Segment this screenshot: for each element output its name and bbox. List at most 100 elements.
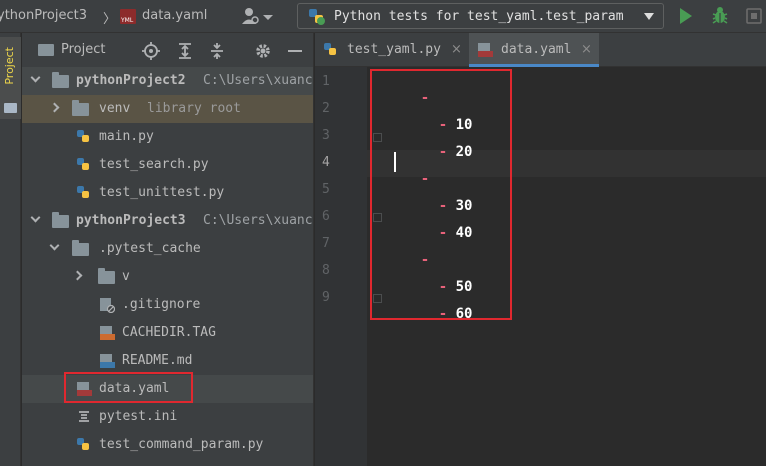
tree-item-pytest-cache[interactable]: .pytest_cache [22, 235, 313, 263]
yaml-sequence-dash: - [438, 306, 456, 322]
ignored-file-icon [100, 298, 115, 313]
editor-tab-bar: test_yaml.py × data.yaml × [315, 33, 766, 67]
line-number: 2 [322, 101, 330, 116]
tool-window-strip: Project [0, 33, 21, 466]
expand-all-icon[interactable] [176, 42, 194, 60]
tree-item-label: venv [99, 101, 131, 116]
tree-item-label: data.yaml [99, 381, 170, 396]
line-number: 7 [322, 236, 330, 251]
breadcrumb-project[interactable]: ythonProject3 [0, 8, 87, 23]
tree-item-path: C:\Users\xuanc [203, 73, 313, 88]
line-number: 1 [322, 74, 330, 89]
chevron-down-icon [263, 15, 273, 20]
line-number-gutter: 1 2 3 4 5 6 7 8 9 [315, 67, 367, 466]
debug-bug-icon[interactable] [710, 6, 730, 26]
folder-icon [4, 103, 17, 113]
python-run-config-icon [309, 9, 325, 25]
collapse-all-icon[interactable] [208, 42, 226, 60]
breadcrumb-file[interactable]: data.yaml [142, 8, 207, 23]
tree-item-label: main.py [99, 129, 154, 144]
line-number: 5 [322, 182, 330, 197]
tree-item-pytest-ini[interactable]: pytest.ini [22, 403, 313, 431]
chevron-down-icon[interactable] [30, 212, 41, 223]
yaml-sequence-dash: - [438, 225, 456, 241]
chevron-down-icon[interactable] [49, 240, 60, 251]
run-configuration-label: Python tests for test_yaml.test_param [334, 9, 624, 24]
tree-item-pythonproject2[interactable]: pythonProject2 C:\Users\xuanc [22, 67, 313, 95]
python-file-icon [77, 438, 89, 450]
tree-item-readme-md[interactable]: README.md [22, 347, 313, 375]
tree-item-main-py[interactable]: main.py [22, 123, 313, 151]
stop-icon[interactable] [744, 6, 764, 26]
project-panel-header: Project [22, 33, 313, 67]
line-number: 6 [322, 209, 330, 224]
project-tool-window-label: Project [3, 47, 16, 85]
tree-item-gitignore[interactable]: .gitignore [22, 291, 313, 319]
tree-item-cachedir-tag[interactable]: CACHEDIR.TAG [22, 319, 313, 347]
yaml-file-icon [77, 382, 92, 396]
folder-icon [72, 100, 89, 116]
editor: test_yaml.py × data.yaml × 1 2 3 4 5 6 7… [315, 33, 766, 466]
library-root-tag: library root [147, 101, 241, 116]
tree-item-label: CACHEDIR.TAG [122, 325, 216, 340]
markdown-file-icon [100, 354, 115, 368]
code-line-9[interactable]: - 60 [405, 290, 473, 338]
breadcrumb-separator: 〉 [103, 12, 117, 27]
tree-item-pythonproject3[interactable]: pythonProject3 C:\Users\xuanc [22, 207, 313, 235]
python-file-icon [77, 186, 89, 198]
chevron-right-icon[interactable] [72, 270, 83, 281]
tree-item-v[interactable]: v [22, 263, 313, 291]
run-configuration-selector[interactable]: Python tests for test_yaml.test_param [297, 3, 664, 29]
tree-item-test-search-py[interactable]: test_search.py [22, 151, 313, 179]
text-caret [394, 152, 396, 172]
project-tool-window-button[interactable]: Project [0, 37, 21, 119]
line-number: 9 [322, 290, 330, 305]
tree-item-test-command-param-py[interactable]: test_command_param.py [22, 431, 313, 459]
tree-item-label: test_command_param.py [99, 437, 264, 452]
python-file-icon [77, 130, 89, 142]
yaml-file-icon: YML [120, 9, 136, 24]
tree-item-label: .gitignore [122, 297, 201, 312]
yaml-value: 40 [455, 225, 473, 241]
user-icon [242, 8, 273, 24]
tab-data-yaml[interactable]: data.yaml × [469, 33, 599, 67]
close-icon[interactable]: × [451, 42, 462, 57]
folder-icon [52, 72, 69, 88]
fold-marker-icon[interactable] [373, 133, 382, 142]
line-number: 8 [322, 263, 330, 278]
python-file-icon [324, 43, 336, 55]
navigation-bar: ythonProject3 〉 YML data.yaml Python tes… [0, 0, 766, 33]
tab-label: data.yaml [501, 42, 572, 57]
folder-icon [52, 212, 69, 228]
hide-panel-icon[interactable] [286, 42, 304, 60]
tab-test-yaml-py[interactable]: test_yaml.py × [315, 33, 467, 67]
vcs-user-button[interactable] [240, 6, 276, 28]
fold-marker-icon[interactable] [373, 294, 382, 303]
tab-label: test_yaml.py [347, 42, 441, 57]
chevron-right-icon[interactable] [49, 102, 60, 113]
chevron-down-icon[interactable] [30, 72, 41, 83]
folder-icon [72, 240, 89, 256]
jsp-file-icon [100, 326, 115, 340]
folder-icon [98, 268, 115, 284]
project-panel-title: Project [61, 42, 106, 57]
yaml-value: 60 [455, 306, 473, 322]
folder-icon [38, 44, 54, 56]
tree-item-data-yaml[interactable]: data.yaml [22, 375, 313, 403]
yaml-value: 20 [455, 144, 473, 160]
tree-item-label: test_unittest.py [99, 185, 225, 200]
yaml-file-icon [478, 43, 493, 57]
project-panel: Project pythonProject2 C:\Users\xuanc ve… [22, 33, 314, 466]
locate-target-icon[interactable] [142, 42, 160, 60]
run-icon[interactable] [680, 8, 692, 24]
line-number: 3 [322, 128, 330, 143]
tree-item-path: C:\Users\xuanc [203, 213, 313, 228]
fold-marker-icon[interactable] [373, 213, 382, 222]
tree-item-test-unittest-py[interactable]: test_unittest.py [22, 179, 313, 207]
gear-icon[interactable] [254, 42, 272, 60]
tree-item-venv[interactable]: venv library root [22, 95, 313, 123]
line-number: 4 [322, 155, 330, 170]
yaml-sequence-dash: - [438, 144, 456, 160]
tree-item-label: .pytest_cache [99, 241, 201, 256]
close-icon[interactable]: × [581, 42, 592, 57]
